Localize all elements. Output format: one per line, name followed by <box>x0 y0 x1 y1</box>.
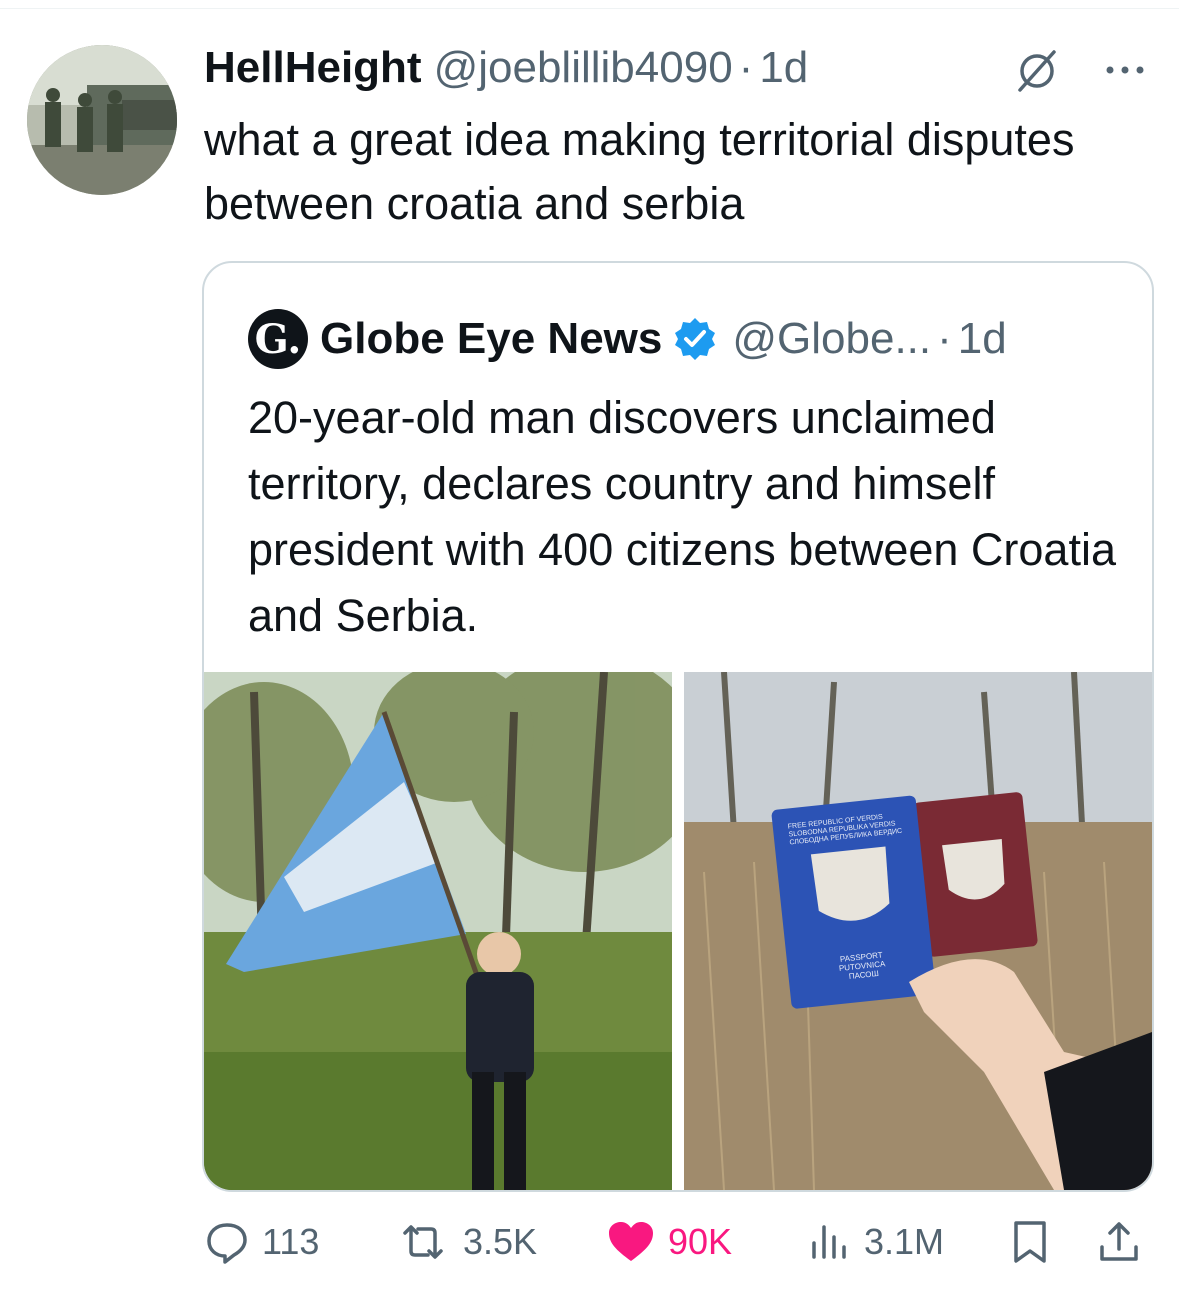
man-with-flag-photo[interactable] <box>204 672 672 1190</box>
heart-icon <box>609 1222 653 1261</box>
muted-conversation-icon[interactable] <box>1014 48 1060 94</box>
quoted-tweet-header: G. Globe Eye News @Globe... · 1d <box>248 309 1007 369</box>
quoted-author-handle[interactable]: @Globe... <box>732 314 931 364</box>
like-count: 90K <box>668 1221 733 1262</box>
quoted-author-avatar[interactable]: G. <box>248 309 308 369</box>
view-count: 3.1M <box>864 1221 945 1262</box>
flag-photo-graphic <box>204 672 672 1190</box>
like-button[interactable]: 90K <box>606 1212 732 1272</box>
author-avatar[interactable] <box>27 45 177 195</box>
views-chart-icon <box>812 1225 846 1259</box>
quoted-timestamp[interactable]: 1d <box>958 314 1007 364</box>
author-name[interactable]: HellHeight <box>204 43 422 93</box>
reply-button[interactable]: 113 <box>204 1212 319 1272</box>
passports-photo-graphic: FREE REPUBLIC OF VERDIS SLOBODNA REPUBLI… <box>684 672 1152 1190</box>
avatar-photo <box>27 45 177 195</box>
views-button[interactable]: 3.1M <box>806 1212 944 1272</box>
quoted-author-name[interactable]: Globe Eye News <box>320 314 662 364</box>
reply-icon <box>207 1223 247 1264</box>
reply-count: 113 <box>262 1221 320 1262</box>
repost-count: 3.5K <box>463 1221 538 1262</box>
tweet-timestamp[interactable]: 1d <box>759 43 808 93</box>
quoted-header-separator: · <box>937 314 952 363</box>
share-button[interactable] <box>1096 1212 1154 1272</box>
share-icon <box>1100 1222 1138 1261</box>
passports-photo[interactable]: FREE REPUBLIC OF VERDIS SLOBODNA REPUBLI… <box>684 672 1152 1190</box>
header-separator: · <box>738 43 754 92</box>
top-divider <box>0 8 1179 9</box>
bookmark-icon <box>1014 1221 1046 1263</box>
verified-badge-icon <box>675 318 716 360</box>
quoted-tweet[interactable]: G. Globe Eye News @Globe... · 1d 20-year… <box>202 261 1154 1192</box>
quoted-tweet-text: 20-year-old man discovers unclaimed terr… <box>248 392 1116 641</box>
tweet-text: what a great idea making territorial dis… <box>204 114 1075 229</box>
tweet-action-bar: 113 3.5K 90K 3.1M <box>0 1212 1179 1272</box>
tweet-header: HellHeight @joeblillib4090 · 1d <box>204 40 808 96</box>
repost-icon <box>403 1225 443 1259</box>
bookmark-button[interactable] <box>1010 1212 1062 1272</box>
author-handle[interactable]: @joeblillib4090 <box>434 43 733 93</box>
more-options-icon[interactable] <box>1102 58 1148 82</box>
repost-button[interactable]: 3.5K <box>395 1212 537 1272</box>
